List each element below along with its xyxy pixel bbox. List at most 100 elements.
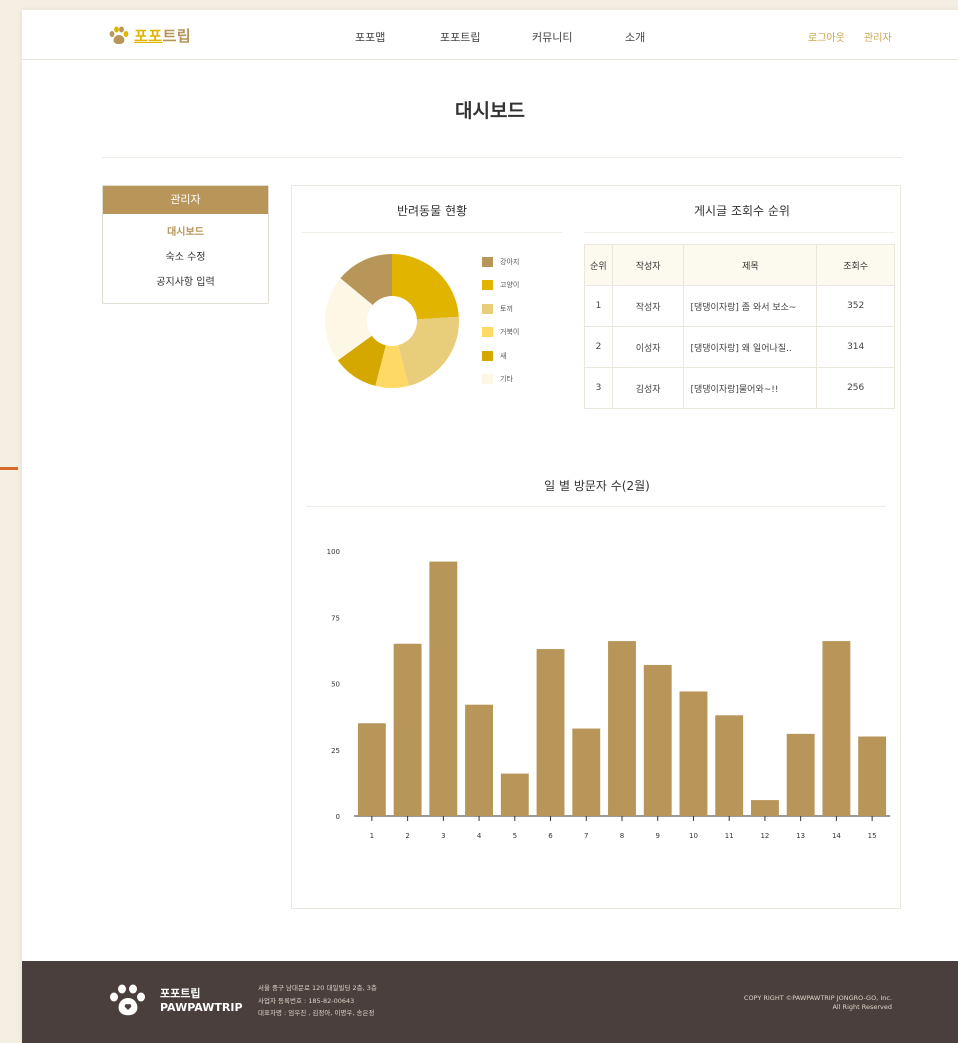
bar-day-10 [679, 691, 708, 816]
legend-label: 기타 [500, 375, 513, 384]
x-tick-label: 4 [477, 832, 482, 840]
legend-item: 새 [482, 344, 519, 368]
x-tick-label: 1 [370, 832, 374, 840]
author-cell: 김성자 [611, 367, 685, 409]
bar-day-9 [643, 664, 672, 816]
author-cell: 작성자 [611, 285, 685, 327]
x-tick-label: 13 [796, 832, 805, 840]
rights-line: All Right Reserved [832, 1003, 892, 1011]
post-title-link[interactable]: [댕댕이자랑] 왜 일어나질.. [683, 326, 818, 368]
rank-cell: 3 [584, 367, 613, 409]
ranking-section-divider [584, 232, 895, 233]
table-row[interactable]: 1 작성자 [댕댕이자랑] 좀 와서 보소~ 352 [584, 285, 895, 327]
rank-cell: 2 [584, 326, 613, 368]
post-title-link[interactable]: [댕댕이자랑] 좀 와서 보소~ [683, 285, 818, 327]
view-ranking-table: 순위 작성자 제목 조회수 1 작성자 [댕댕이자랑] 좀 와서 보소~ 352… [584, 244, 895, 409]
table-row[interactable]: 2 이성자 [댕댕이자랑] 왜 일어나질.. 314 [584, 326, 895, 368]
footer-copyright: COPY RIGHT ©PAWPAWTRIP JONGRO-GO, Inc. A… [744, 994, 892, 1012]
x-tick-label: 7 [584, 832, 588, 840]
nav-pawmap[interactable]: 포포맵 [355, 29, 385, 45]
bar-day-13 [786, 733, 815, 816]
col-title-header: 제목 [683, 244, 818, 286]
rank-cell: 1 [584, 285, 613, 327]
bar-day-14 [822, 641, 851, 816]
x-tick-label: 6 [548, 832, 553, 840]
nav-about[interactable]: 소개 [625, 29, 645, 45]
paw-icon [110, 984, 145, 1016]
bar-day-4 [465, 704, 494, 816]
views-cell: 352 [816, 285, 895, 327]
visitors-section-title: 일 별 방문자 수(2월) [544, 479, 650, 493]
footer-business-number: 사업자 등록번호 : 185-82-00643 [258, 996, 355, 1005]
legend-swatch [482, 280, 493, 291]
legend-swatch [482, 327, 493, 338]
col-rank-header: 순위 [584, 244, 613, 286]
page-edge-marker [0, 467, 18, 470]
pet-status-donut-chart [325, 254, 459, 388]
post-title-link[interactable]: [댕댕이자랑]물어와~!! [683, 367, 818, 409]
x-tick-label: 10 [689, 832, 698, 840]
sidebar-heading: 관리자 [103, 186, 268, 214]
ranking-section-title: 게시글 조회수 순위 [694, 204, 790, 218]
legend-swatch [482, 374, 493, 385]
x-tick-label: 8 [620, 832, 624, 840]
page-container: 포포트립 포포맵 포포트립 커뮤니티 소개 로그아웃 관리자 대시보드 관리자 … [22, 10, 958, 1043]
pie-legend: 강아지 고양이 토끼 거북이 새 기타 [482, 250, 519, 391]
legend-label: 새 [500, 351, 507, 360]
logout-link[interactable]: 로그아웃 [808, 29, 845, 44]
legend-swatch [482, 303, 493, 314]
bar-day-2 [393, 643, 422, 816]
site-footer: 포포트립 PAWPAWTRIP 서울 중구 남대문로 120 대일빌딩 2층, … [22, 961, 958, 1043]
y-tick-label: 100 [327, 548, 340, 556]
dashboard-panel: 반려동물 현황 강아지 고양이 토끼 거북이 새 기타 게시글 조회수 순위 순위 작성자… [291, 185, 901, 909]
sidebar-item-notice-input[interactable]: 공지사항 입력 [103, 270, 268, 295]
legend-swatch [482, 256, 493, 267]
y-tick-label: 50 [331, 681, 340, 689]
x-tick-label: 12 [760, 832, 769, 840]
pets-section-title: 반려동물 현황 [396, 204, 468, 218]
copyright-line: COPY RIGHT ©PAWPAWTRIP JONGRO-GO, Inc. [743, 994, 892, 1002]
footer-brand-english: PAWPAWTRIP [160, 1001, 243, 1014]
col-views-header: 조회수 [816, 244, 895, 286]
pie-slice-토끼 [398, 316, 459, 386]
bar-day-5 [500, 773, 529, 816]
title-divider [102, 157, 902, 158]
site-header: 포포트립 포포맵 포포트립 커뮤니티 소개 로그아웃 관리자 [22, 10, 958, 60]
y-tick-label: 75 [331, 614, 340, 622]
table-header-row: 순위 작성자 제목 조회수 [584, 244, 895, 286]
x-tick-label: 14 [832, 832, 841, 840]
y-tick-label: 25 [331, 747, 340, 755]
logo-text: 포포트립 [134, 27, 192, 45]
nav-pawtrip[interactable]: 포포트립 [440, 29, 480, 45]
table-row[interactable]: 3 김성자 [댕댕이자랑]물어와~!! 256 [584, 367, 895, 409]
legend-item: 토끼 [482, 297, 519, 321]
x-tick-label: 15 [868, 832, 877, 840]
pie-slice-고양이 [392, 254, 459, 320]
x-tick-label: 2 [405, 832, 409, 840]
bar-day-7 [572, 728, 601, 816]
y-tick-label: 0 [336, 813, 340, 821]
bar-day-6 [536, 649, 565, 816]
legend-label: 강아지 [500, 257, 520, 266]
bar-day-3 [429, 561, 458, 816]
nav-community[interactable]: 커뮤니티 [532, 29, 572, 45]
legend-label: 고양이 [500, 281, 520, 290]
site-logo[interactable]: 포포트립 [108, 25, 191, 46]
footer-representatives: 대표자명 : 엄우진 , 김정아, 이명우, 송은정 [258, 1009, 375, 1017]
admin-link[interactable]: 관리자 [864, 29, 892, 44]
page-title: 대시보드 [455, 100, 525, 122]
bar-day-8 [608, 641, 636, 816]
sidebar-item-dashboard[interactable]: 대시보드 [103, 220, 268, 245]
visitors-section-divider [306, 506, 886, 507]
paw-icon [109, 26, 129, 44]
legend-item: 강아지 [482, 250, 519, 274]
legend-item: 고양이 [482, 274, 519, 298]
footer-logo: 포포트립 PAWPAWTRIP [108, 984, 243, 1018]
x-tick-label: 3 [441, 832, 445, 840]
bar-day-12 [750, 800, 779, 816]
footer-address: 서울 중구 남대문로 120 대일빌딩 2층, 3층 [258, 984, 377, 992]
x-tick-label: 9 [655, 832, 659, 840]
sidebar-item-edit-lodging[interactable]: 숙소 수정 [103, 245, 268, 270]
col-author-header: 작성자 [611, 244, 685, 286]
author-cell: 이성자 [611, 326, 685, 368]
